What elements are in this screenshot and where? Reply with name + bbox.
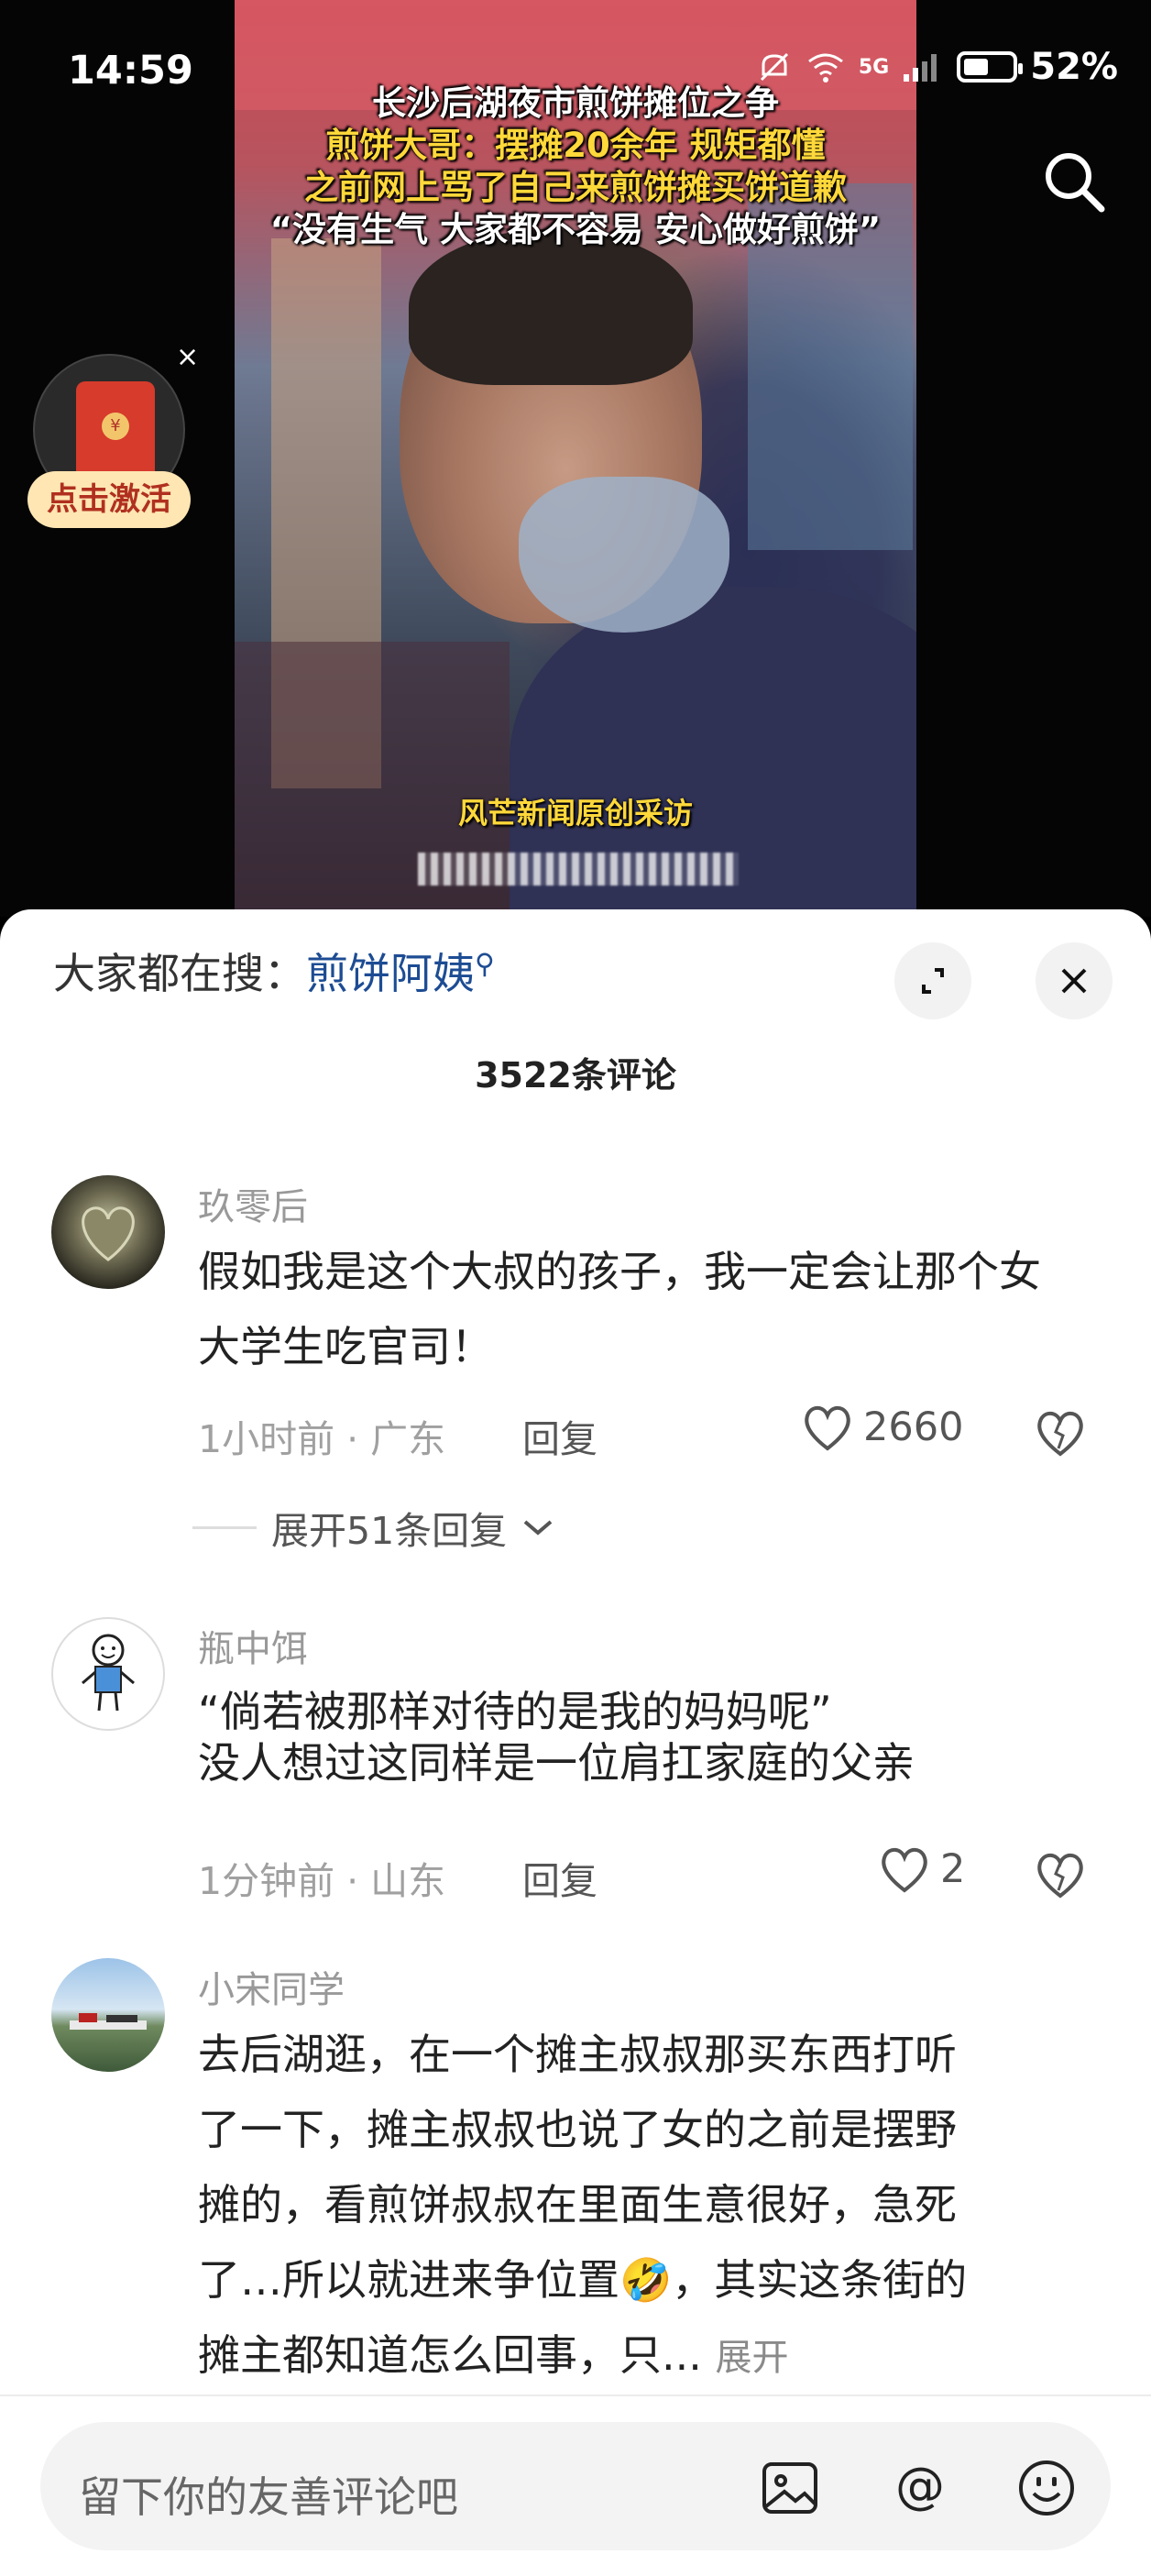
close-button[interactable] [1036,942,1113,1019]
comment-author[interactable]: 瓶中饵 [198,1619,308,1672]
signal-icon [904,54,937,82]
source-credit: 风芒新闻原创采访 [457,796,693,831]
expand-replies-button[interactable]: 展开51条回复 [192,1500,554,1555]
video-area[interactable]: 长沙后湖夜市煎饼摊位之争 煎饼大哥：摆摊20余年 规矩都懂 之前网上骂了自己来煎… [0,0,1151,917]
avatar[interactable] [51,1175,165,1289]
heart-icon [805,1405,850,1451]
hot-search[interactable]: 大家都在搜：煎饼阿姨⚲ [53,941,495,1001]
reply-button[interactable]: 回复 [522,1408,597,1463]
caption-line-4: “没有生气 大家都不容易 安心做好煎饼” [269,210,882,249]
hot-search-keyword[interactable]: 煎饼阿姨 [306,949,475,998]
close-icon [1061,968,1087,994]
comment-text-line-4: 了…所以就进来争位置🤣，其实这条街的 [198,2242,1078,2317]
reply-button[interactable]: 回复 [522,1850,597,1905]
comment-input[interactable]: 留下你的友善评论吧 @ [40,2422,1111,2550]
svg-text:@: @ [895,2457,945,2515]
comment-sheet: 大家都在搜：煎饼阿姨⚲ 3522条评论 玖零后 假如我是这个大叔的孩子，我一定会… [0,909,1151,2574]
hot-search-prefix: 大家都在搜： [53,949,306,998]
promo-close-icon[interactable]: × [176,341,199,373]
like-count: 2660 [863,1404,964,1450]
promo-activate-button[interactable]: 点击激活 [27,471,191,528]
cartoon-boy-image [82,1634,135,1712]
red-envelope-promo[interactable]: ¥ 点击激活 [27,354,192,537]
comment-text-line-4a: 了…所以就进来争位置 [198,2255,619,2305]
expand-button[interactable] [894,942,971,1019]
expand-replies-label: 展开51条回复 [271,1509,508,1553]
mute-icon [760,52,788,82]
comment-text-line-5: 摊主都知道怎么回事，只... 展开 [198,2317,1078,2395]
comment-text-line-1: 去后湖逛，在一个摊主叔叔那买东西打听 [198,2030,957,2079]
comment-count: 3522条评论 [475,1055,676,1095]
status-icons: 5G 52% [756,46,1118,88]
blurred-subtitle [418,853,739,886]
avatar[interactable] [51,1958,165,2072]
red-envelope-icon: ¥ [76,381,155,484]
comment-text-line-2: 了一下，摊主叔叔也说了女的之前是摆野 [198,2105,957,2154]
comment-author[interactable]: 玖零后 [198,1177,308,1230]
heart-pendant-image [82,1206,135,1261]
comment-text-line-5-text: 摊主都知道怎么回事，只... [198,2330,702,2380]
battery-percent: 52% [1030,46,1118,88]
like-button[interactable]: 2660 [801,1403,963,1452]
chevron-down-icon [523,1520,553,1536]
image-icon[interactable] [757,2455,823,2521]
dislike-icon[interactable] [1032,1844,1089,1901]
heart-icon [882,1847,927,1893]
avatar[interactable] [51,1617,165,1731]
caption-line-3: 之前网上骂了自己来煎饼摊买饼道歉 [304,168,847,207]
like-button[interactable]: 2 [878,1844,965,1894]
dislike-icon[interactable] [1032,1403,1089,1459]
wifi-icon [807,53,843,83]
comment-author[interactable]: 小宋同学 [198,1960,345,2013]
comment-text-line-4b: ，其实这条街的 [672,2255,968,2305]
caption-line-1: 长沙后湖夜市煎饼摊位之争 [372,83,779,123]
caption-line-2: 煎饼大哥：摆摊20余年 规矩都懂 [325,126,826,165]
battery-icon [957,51,1024,83]
comment-input-bar: 留下你的友善评论吧 @ [0,2394,1151,2576]
comment-text: 假如我是这个大叔的孩子，我一定会让那个女大学生吃官司！ [198,1247,1041,1371]
comment-text-line-2: 没人想过这同样是一位肩扛家庭的父亲 [198,1738,915,1788]
like-count: 2 [940,1846,966,1892]
comment-text-line-3: 摊的，看煎饼叔叔在里面生意很好，急死 [198,2180,957,2229]
video-caption: 长沙后湖夜市煎饼摊位之争 煎饼大哥：摆摊20余年 规矩都懂 之前网上骂了自己来煎… [235,83,916,251]
network-label: 5G [858,55,890,79]
expand-comment-button[interactable]: 展开 [716,2337,789,2379]
comment-input-placeholder: 留下你的友善评论吧 [79,2472,458,2522]
comment-meta: 1分钟前 · 山东 [198,1859,446,1903]
search-icon[interactable] [1039,147,1109,216]
small-search-icon: ⚲ [475,948,495,981]
mention-icon[interactable]: @ [887,2455,953,2521]
comment-meta: 1小时前 · 广东 [198,1417,446,1461]
emoji-icon[interactable] [1014,2455,1080,2521]
status-time: 14:59 [68,48,193,94]
landscape-image [70,2013,147,2030]
rofl-emoji: 🤣 [619,2255,673,2305]
expand-icon [922,968,944,994]
